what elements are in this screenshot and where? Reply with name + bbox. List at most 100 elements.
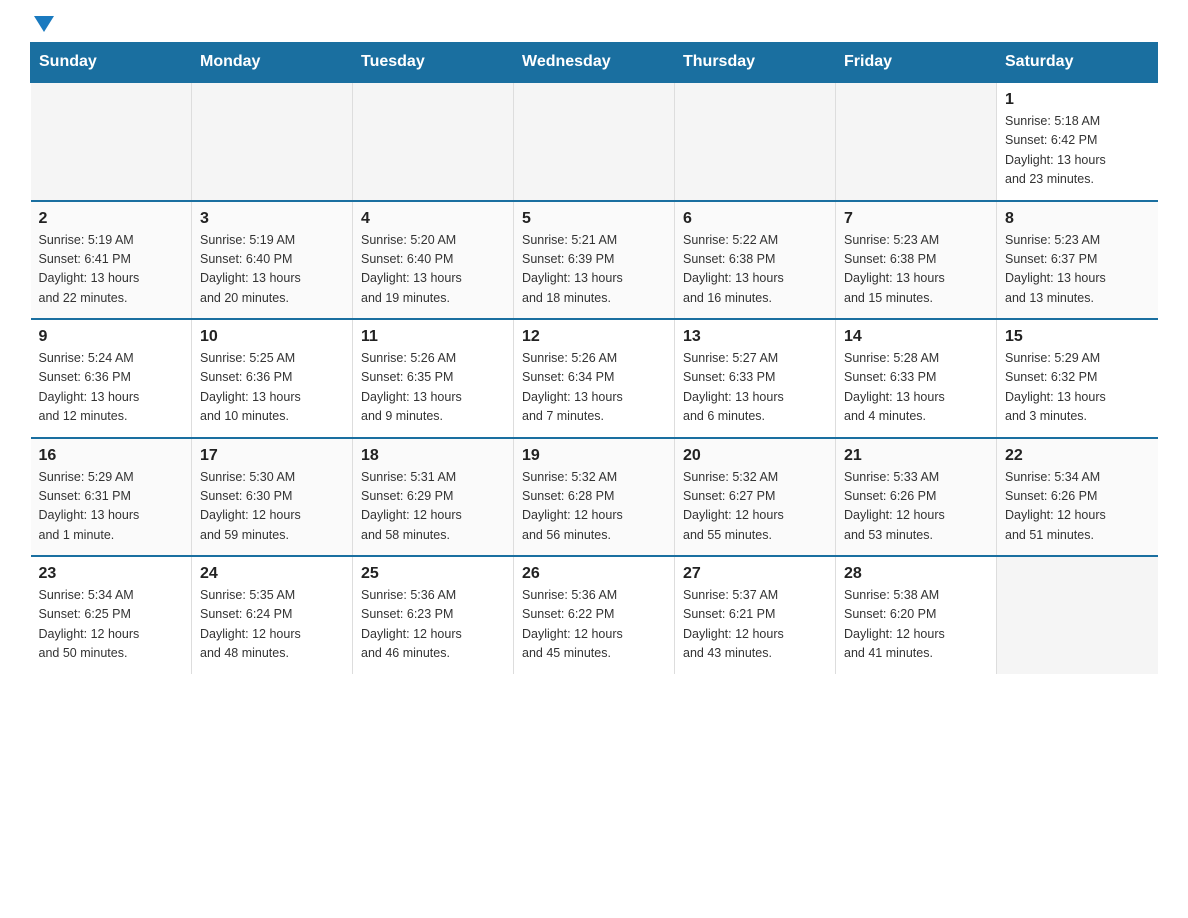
calendar-cell: 25Sunrise: 5:36 AM Sunset: 6:23 PM Dayli… xyxy=(353,556,514,674)
day-number: 5 xyxy=(522,210,666,228)
day-info: Sunrise: 5:26 AM Sunset: 6:35 PM Dayligh… xyxy=(361,349,505,427)
weekday-header-friday: Friday xyxy=(836,43,997,83)
logo xyxy=(30,20,54,32)
day-number: 24 xyxy=(200,565,344,583)
calendar-week-row: 23Sunrise: 5:34 AM Sunset: 6:25 PM Dayli… xyxy=(31,556,1158,674)
calendar-week-row: 16 Sunrise: 5:29 AM Sunset: 6:31 PM Dayli… xyxy=(31,438,1158,557)
calendar-cell: 26Sunrise: 5:36 AM Sunset: 6:22 PM Dayli… xyxy=(514,556,675,674)
calendar-cell xyxy=(836,82,997,201)
day-number: 13 xyxy=(683,328,827,346)
weekday-header-monday: Monday xyxy=(192,43,353,83)
calendar-cell: 9 Sunrise: 5:24 AM Sunset: 6:36 PM Daylig… xyxy=(31,319,192,438)
day-number: 25 xyxy=(361,565,505,583)
calendar-cell: 17 Sunrise: 5:30 AM Sunset: 6:30 PM Dayli… xyxy=(192,438,353,557)
day-info: Sunrise: 5:25 AM Sunset: 6:36 PM Dayligh… xyxy=(200,349,344,427)
calendar-cell: 7Sunrise: 5:23 AM Sunset: 6:38 PM Daylig… xyxy=(836,201,997,320)
weekday-header-wednesday: Wednesday xyxy=(514,43,675,83)
day-number: 9 xyxy=(39,328,184,346)
calendar-cell: 8 Sunrise: 5:23 AM Sunset: 6:37 PM Daylig… xyxy=(997,201,1158,320)
calendar-cell: 19 Sunrise: 5:32 AM Sunset: 6:28 PM Dayli… xyxy=(514,438,675,557)
calendar-week-row: 1Sunrise: 5:18 AM Sunset: 6:42 PM Daylig… xyxy=(31,82,1158,201)
weekday-header-sunday: Sunday xyxy=(31,43,192,83)
calendar-cell: 3 Sunrise: 5:19 AM Sunset: 6:40 PM Daylig… xyxy=(192,201,353,320)
day-number: 27 xyxy=(683,565,827,583)
calendar-cell xyxy=(675,82,836,201)
day-info: Sunrise: 5:35 AM Sunset: 6:24 PM Dayligh… xyxy=(200,586,344,664)
calendar-cell: 18 Sunrise: 5:31 AM Sunset: 6:29 PM Dayli… xyxy=(353,438,514,557)
calendar-week-row: 9 Sunrise: 5:24 AM Sunset: 6:36 PM Daylig… xyxy=(31,319,1158,438)
calendar-cell: 28 Sunrise: 5:38 AM Sunset: 6:20 PM Dayli… xyxy=(836,556,997,674)
day-info: Sunrise: 5:21 AM Sunset: 6:39 PM Dayligh… xyxy=(522,231,666,309)
day-info: Sunrise: 5:38 AM Sunset: 6:20 PM Dayligh… xyxy=(844,586,988,664)
logo-triangle-icon xyxy=(34,16,54,32)
day-number: 21 xyxy=(844,447,988,465)
calendar-week-row: 2 Sunrise: 5:19 AM Sunset: 6:41 PM Daylig… xyxy=(31,201,1158,320)
day-number: 11 xyxy=(361,328,505,346)
weekday-header-thursday: Thursday xyxy=(675,43,836,83)
day-info: Sunrise: 5:28 AM Sunset: 6:33 PM Dayligh… xyxy=(844,349,988,427)
day-number: 26 xyxy=(522,565,666,583)
calendar-cell xyxy=(192,82,353,201)
day-number: 19 xyxy=(522,447,666,465)
day-info: Sunrise: 5:31 AM Sunset: 6:29 PM Dayligh… xyxy=(361,468,505,546)
calendar-body: 1Sunrise: 5:18 AM Sunset: 6:42 PM Daylig… xyxy=(31,82,1158,674)
calendar-cell: 23Sunrise: 5:34 AM Sunset: 6:25 PM Dayli… xyxy=(31,556,192,674)
day-number: 18 xyxy=(361,447,505,465)
calendar-cell: 12Sunrise: 5:26 AM Sunset: 6:34 PM Dayli… xyxy=(514,319,675,438)
day-number: 28 xyxy=(844,565,988,583)
day-number: 4 xyxy=(361,210,505,228)
day-info: Sunrise: 5:32 AM Sunset: 6:28 PM Dayligh… xyxy=(522,468,666,546)
calendar-cell: 6 Sunrise: 5:22 AM Sunset: 6:38 PM Daylig… xyxy=(675,201,836,320)
page-header xyxy=(30,20,1158,32)
calendar-cell: 14 Sunrise: 5:28 AM Sunset: 6:33 PM Dayli… xyxy=(836,319,997,438)
day-number: 22 xyxy=(1005,447,1150,465)
day-info: Sunrise: 5:29 AM Sunset: 6:32 PM Dayligh… xyxy=(1005,349,1150,427)
calendar-cell: 11 Sunrise: 5:26 AM Sunset: 6:35 PM Dayli… xyxy=(353,319,514,438)
calendar-cell: 15 Sunrise: 5:29 AM Sunset: 6:32 PM Dayli… xyxy=(997,319,1158,438)
day-info: Sunrise: 5:32 AM Sunset: 6:27 PM Dayligh… xyxy=(683,468,827,546)
calendar-cell: 1Sunrise: 5:18 AM Sunset: 6:42 PM Daylig… xyxy=(997,82,1158,201)
calendar-cell: 2 Sunrise: 5:19 AM Sunset: 6:41 PM Daylig… xyxy=(31,201,192,320)
calendar-cell: 21 Sunrise: 5:33 AM Sunset: 6:26 PM Dayli… xyxy=(836,438,997,557)
day-info: Sunrise: 5:30 AM Sunset: 6:30 PM Dayligh… xyxy=(200,468,344,546)
day-number: 16 xyxy=(39,447,184,465)
day-info: Sunrise: 5:19 AM Sunset: 6:41 PM Dayligh… xyxy=(39,231,184,309)
day-info: Sunrise: 5:26 AM Sunset: 6:34 PM Dayligh… xyxy=(522,349,666,427)
calendar-table: SundayMondayTuesdayWednesdayThursdayFrid… xyxy=(30,42,1158,674)
day-info: Sunrise: 5:27 AM Sunset: 6:33 PM Dayligh… xyxy=(683,349,827,427)
calendar-cell: 22 Sunrise: 5:34 AM Sunset: 6:26 PM Dayli… xyxy=(997,438,1158,557)
weekday-header-row: SundayMondayTuesdayWednesdayThursdayFrid… xyxy=(31,43,1158,83)
day-info: Sunrise: 5:24 AM Sunset: 6:36 PM Dayligh… xyxy=(39,349,184,427)
calendar-cell: 16 Sunrise: 5:29 AM Sunset: 6:31 PM Dayli… xyxy=(31,438,192,557)
day-info: Sunrise: 5:33 AM Sunset: 6:26 PM Dayligh… xyxy=(844,468,988,546)
calendar-cell xyxy=(997,556,1158,674)
day-info: Sunrise: 5:34 AM Sunset: 6:26 PM Dayligh… xyxy=(1005,468,1150,546)
day-info: Sunrise: 5:37 AM Sunset: 6:21 PM Dayligh… xyxy=(683,586,827,664)
day-number: 6 xyxy=(683,210,827,228)
day-info: Sunrise: 5:22 AM Sunset: 6:38 PM Dayligh… xyxy=(683,231,827,309)
day-info: Sunrise: 5:34 AM Sunset: 6:25 PM Dayligh… xyxy=(39,586,184,664)
calendar-cell: 13 Sunrise: 5:27 AM Sunset: 6:33 PM Dayli… xyxy=(675,319,836,438)
day-number: 15 xyxy=(1005,328,1150,346)
day-number: 14 xyxy=(844,328,988,346)
day-number: 17 xyxy=(200,447,344,465)
calendar-cell xyxy=(514,82,675,201)
day-info: Sunrise: 5:18 AM Sunset: 6:42 PM Dayligh… xyxy=(1005,112,1150,190)
day-info: Sunrise: 5:29 AM Sunset: 6:31 PM Dayligh… xyxy=(39,468,184,546)
calendar-cell: 20 Sunrise: 5:32 AM Sunset: 6:27 PM Dayli… xyxy=(675,438,836,557)
calendar-cell: 24 Sunrise: 5:35 AM Sunset: 6:24 PM Dayli… xyxy=(192,556,353,674)
calendar-cell: 4 Sunrise: 5:20 AM Sunset: 6:40 PM Daylig… xyxy=(353,201,514,320)
calendar-cell: 5 Sunrise: 5:21 AM Sunset: 6:39 PM Daylig… xyxy=(514,201,675,320)
day-info: Sunrise: 5:23 AM Sunset: 6:37 PM Dayligh… xyxy=(1005,231,1150,309)
day-number: 8 xyxy=(1005,210,1150,228)
day-number: 2 xyxy=(39,210,184,228)
weekday-header-saturday: Saturday xyxy=(997,43,1158,83)
day-info: Sunrise: 5:23 AM Sunset: 6:38 PM Dayligh… xyxy=(844,231,988,309)
day-info: Sunrise: 5:19 AM Sunset: 6:40 PM Dayligh… xyxy=(200,231,344,309)
day-number: 20 xyxy=(683,447,827,465)
calendar-cell xyxy=(31,82,192,201)
day-number: 3 xyxy=(200,210,344,228)
day-number: 10 xyxy=(200,328,344,346)
calendar-cell xyxy=(353,82,514,201)
day-info: Sunrise: 5:20 AM Sunset: 6:40 PM Dayligh… xyxy=(361,231,505,309)
